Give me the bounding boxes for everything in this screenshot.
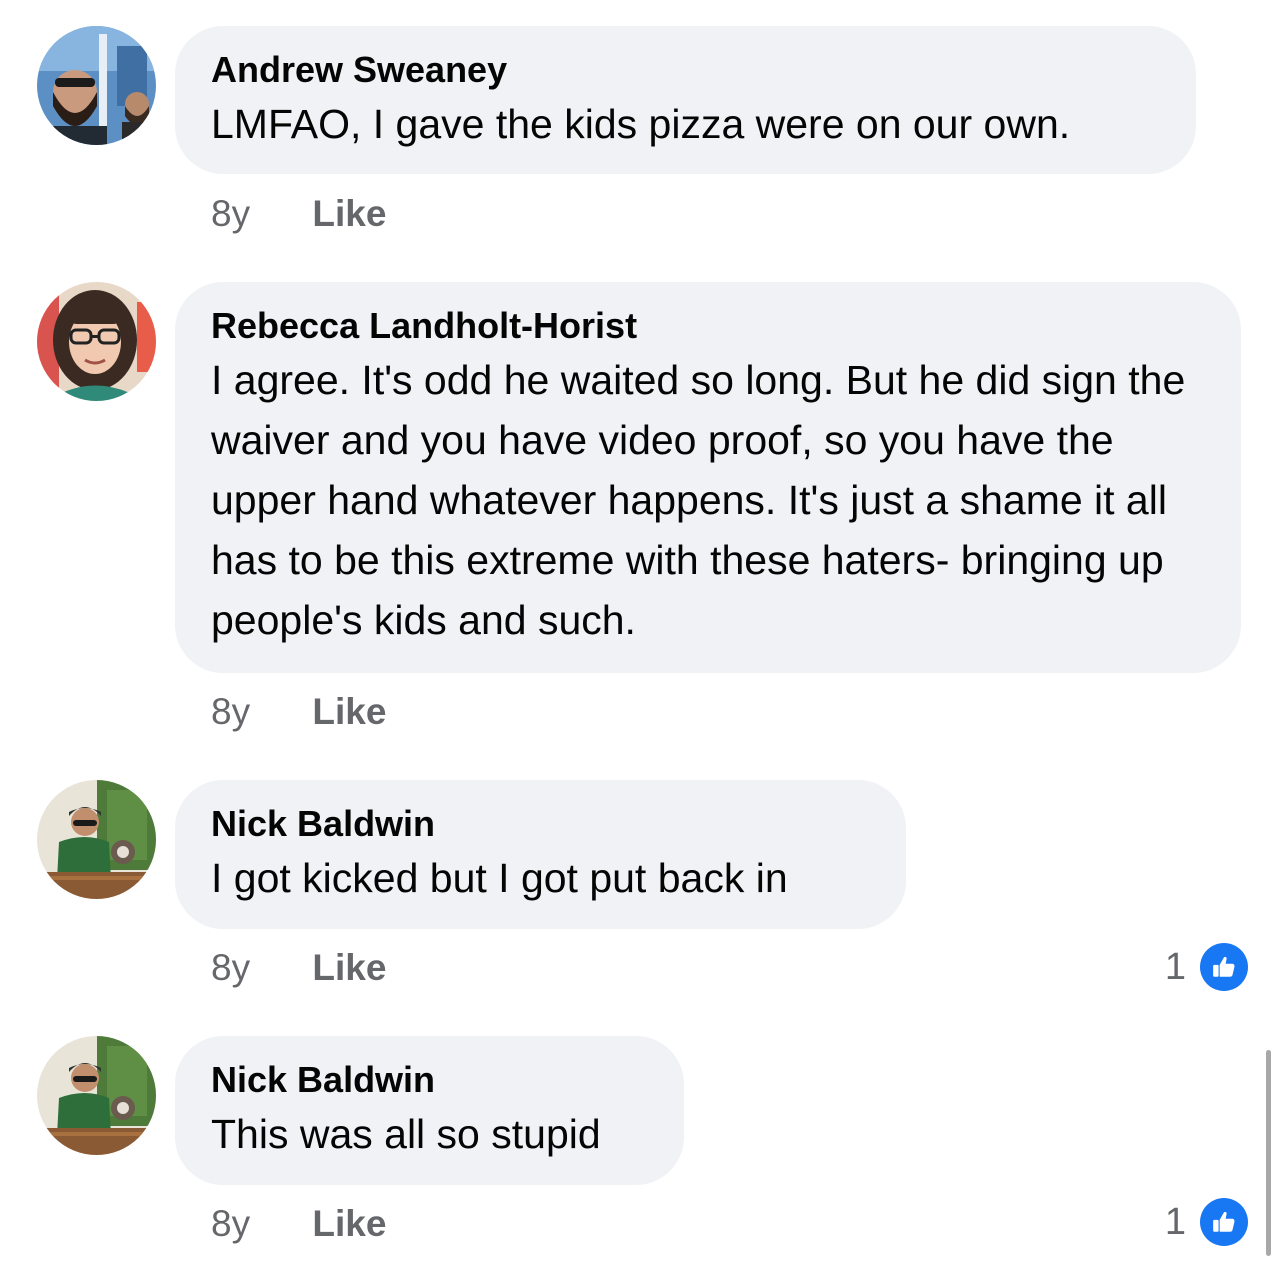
reaction-count: 1 [1164, 945, 1186, 988]
comment-timestamp[interactable]: 8y [211, 192, 250, 236]
comment-text: This was all so stupid [211, 1111, 601, 1157]
comment-bubble: Rebecca Landholt-Horist I agree. It's od… [175, 282, 1241, 673]
comment-bubble: Nick Baldwin This was all so stupid [175, 1036, 684, 1185]
reaction-summary[interactable]: 1 [1165, 942, 1248, 992]
comment-timestamp[interactable]: 8y [211, 946, 250, 990]
profile-photo-icon [37, 282, 156, 401]
comment-author[interactable]: Nick Baldwin [211, 1056, 648, 1104]
comment-meta: 8y Like [211, 946, 386, 990]
avatar[interactable] [37, 282, 156, 401]
reaction-summary[interactable]: 1 [1165, 1197, 1248, 1247]
comment-author[interactable]: Nick Baldwin [211, 800, 870, 848]
like-button[interactable]: Like [312, 946, 386, 990]
like-button[interactable]: Like [312, 1202, 386, 1246]
reaction-count: 1 [1164, 1200, 1186, 1243]
profile-photo-icon [37, 1036, 156, 1155]
like-button[interactable]: Like [312, 192, 386, 236]
avatar[interactable] [37, 26, 156, 145]
comment-text: I got kicked but I got put back in [211, 855, 788, 901]
thumbs-up-icon [1200, 1198, 1248, 1246]
thumbs-up-icon [1200, 943, 1248, 991]
comment-timestamp[interactable]: 8y [211, 690, 250, 734]
comment-author[interactable]: Andrew Sweaney [211, 46, 1160, 94]
avatar[interactable] [37, 1036, 156, 1155]
profile-photo-icon [37, 780, 156, 899]
comment-meta: 8y Like [211, 1202, 386, 1246]
comment-bubble: Nick Baldwin I got kicked but I got put … [175, 780, 906, 929]
comment-text: LMFAO, I gave the kids pizza were on our… [211, 101, 1071, 147]
comment-author[interactable]: Rebecca Landholt-Horist [211, 302, 1205, 350]
profile-photo-icon [37, 26, 156, 145]
comment-meta: 8y Like [211, 690, 386, 734]
comment-meta: 8y Like [211, 192, 386, 236]
comment-bubble: Andrew Sweaney LMFAO, I gave the kids pi… [175, 26, 1196, 174]
comment-text: I agree. It's odd he waited so long. But… [211, 357, 1186, 643]
avatar[interactable] [37, 780, 156, 899]
comment-timestamp[interactable]: 8y [211, 1202, 250, 1246]
scrollbar[interactable] [1266, 1050, 1271, 1256]
like-button[interactable]: Like [312, 690, 386, 734]
